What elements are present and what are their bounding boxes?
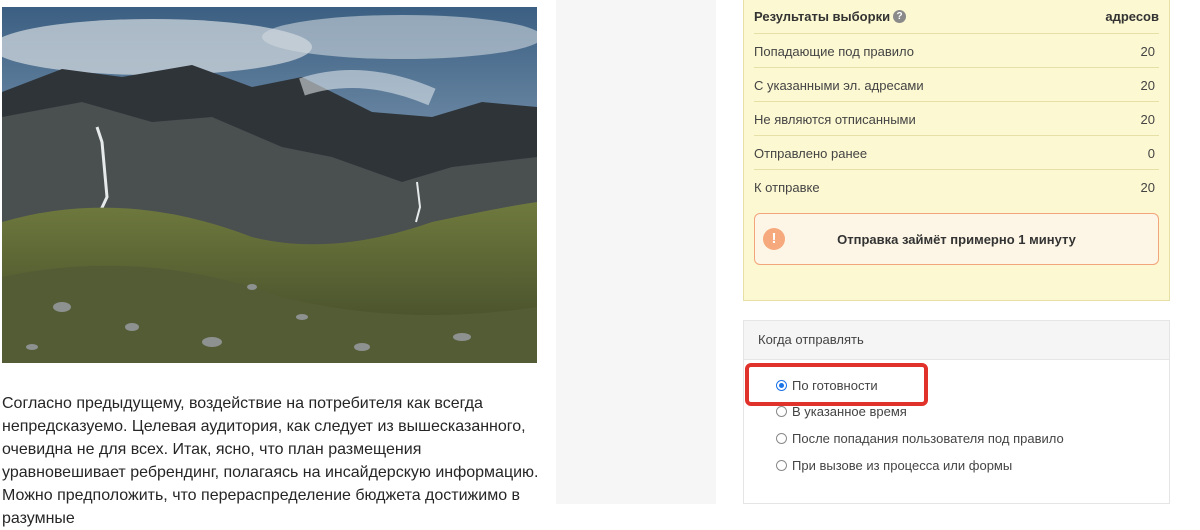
send-time-alert: ! Отправка займёт примерно 1 минуту [754,213,1159,265]
help-icon[interactable]: ? [893,10,907,23]
results-row: С указанными эл. адресами 20 [754,67,1159,102]
article-text: Согласно предыдущему, воздействие на пот… [2,395,539,527]
radio-label: После попадания пользователя под правило [792,430,1064,446]
radio-option-ready[interactable]: По готовности [776,375,878,395]
radio-button[interactable] [776,432,787,444]
article-pane: Согласно предыдущему, воздействие на пот… [0,0,556,527]
row-label: Отправлено ранее [754,145,868,161]
radio-button[interactable] [776,405,787,417]
results-row: Не являются отписанными 20 [754,101,1159,136]
results-column-header: адресов [1105,9,1159,24]
radio-label: При вызове из процесса или формы [792,457,1013,473]
radio-button[interactable] [776,459,787,471]
warning-icon: ! [763,228,785,250]
when-to-send-title: Когда отправлять [744,321,1169,360]
radio-option-on-call[interactable]: При вызове из процесса или формы [776,455,1012,475]
results-header: Результаты выборки ? адресов [754,0,1159,33]
results-title: Результаты выборки [754,9,891,24]
row-label: С указанными эл. адресами [754,77,924,93]
radio-label: В указанное время [792,403,907,419]
results-row: Отправлено ранее 0 [754,135,1159,170]
mountain-photo [2,7,537,363]
radio-label: По готовности [792,377,878,393]
row-label: Попадающие под правило [754,43,915,59]
row-label: К отправке [754,179,820,195]
row-value: 20 [1140,179,1155,195]
row-value: 20 [1140,77,1155,93]
results-row: Попадающие под правило 20 [754,33,1159,68]
radio-option-after-rule[interactable]: После попадания пользователя под правило [776,428,1064,448]
row-label: Не являются отписанными [754,111,916,127]
results-row: К отправке 20 [754,169,1159,204]
alert-text: Отправка займёт примерно 1 минуту [837,231,1076,247]
row-value: 20 [1140,111,1155,127]
row-value: 20 [1140,43,1155,59]
row-value: 0 [1147,145,1155,161]
radio-option-scheduled[interactable]: В указанное время [776,401,907,421]
results-panel: Результаты выборки ? адресов Попадающие … [743,0,1170,301]
when-to-send-panel: Когда отправлять По готовности В указанн… [743,320,1170,504]
gutter [556,0,716,504]
radio-button[interactable] [776,379,787,391]
